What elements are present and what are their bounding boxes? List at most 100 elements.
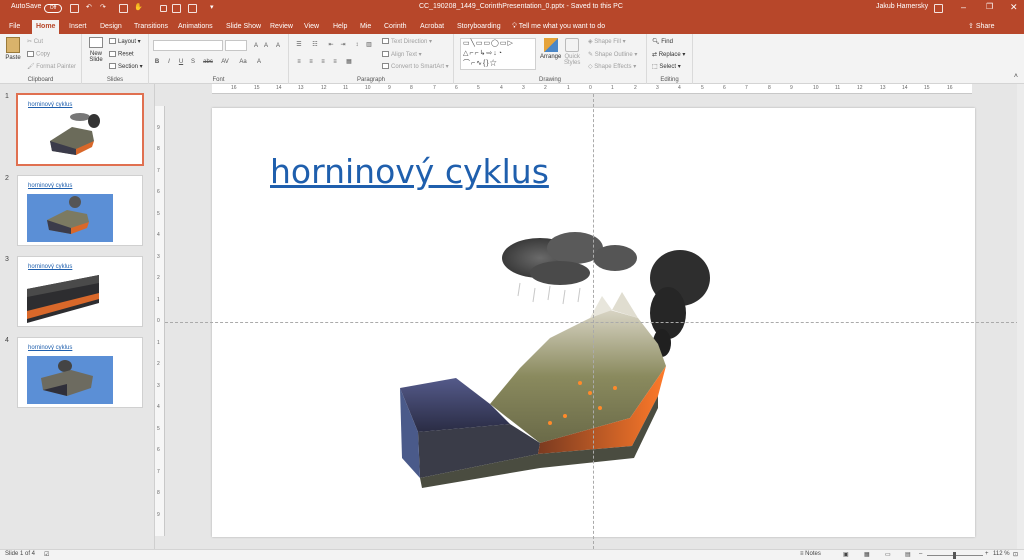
- minimize-icon[interactable]: –: [961, 2, 966, 12]
- touch-mode-icon[interactable]: ✋: [134, 3, 143, 11]
- slide-thumbnail[interactable]: horninový cyklus: [17, 337, 143, 408]
- section-icon: [109, 63, 116, 70]
- increase-indent-icon[interactable]: ⇥: [339, 41, 347, 49]
- spelling-check-icon[interactable]: ☑: [44, 551, 49, 558]
- redo-icon[interactable]: ↷: [100, 3, 106, 11]
- layout-button[interactable]: Layout ▾: [109, 38, 141, 45]
- underline-button[interactable]: U: [177, 58, 185, 66]
- tell-me-box[interactable]: 💡︎ Tell me what you want to do: [508, 20, 609, 34]
- tab-help[interactable]: Help: [329, 20, 351, 34]
- paste-button[interactable]: Paste: [5, 37, 21, 63]
- tab-review[interactable]: Review: [266, 20, 297, 34]
- zoom-out-icon[interactable]: –: [919, 551, 922, 557]
- tab-transitions[interactable]: Transitions: [130, 20, 172, 34]
- autosave-toggle[interactable]: Off: [44, 4, 62, 13]
- tab-home[interactable]: Home: [32, 20, 60, 34]
- character-spacing-button[interactable]: AV: [219, 58, 231, 66]
- save-icon[interactable]: [70, 4, 79, 13]
- vertical-scrollbar[interactable]: [1017, 84, 1024, 549]
- shape-fill-button[interactable]: ◈ Shape Fill ▾: [588, 38, 626, 45]
- align-icon[interactable]: [172, 4, 181, 13]
- close-icon[interactable]: ✕: [1010, 2, 1018, 13]
- format-painter-button[interactable]: 🖌︎ Format Painter: [27, 63, 76, 70]
- quick-styles-button[interactable]: Quick Styles: [564, 38, 580, 66]
- align-left-icon[interactable]: ≡: [295, 58, 303, 66]
- reset-button[interactable]: Reset: [109, 51, 134, 58]
- start-presentation-icon[interactable]: [119, 4, 128, 13]
- clear-formatting-icon[interactable]: A: [274, 42, 282, 50]
- slide-thumbnail[interactable]: horninový cyklus: [17, 256, 143, 327]
- restore-icon[interactable]: ❐: [986, 2, 993, 11]
- checkbox-icon[interactable]: [160, 5, 167, 12]
- volcano-illustration[interactable]: [390, 218, 724, 488]
- font-size-select[interactable]: [225, 40, 247, 51]
- new-slide-button[interactable]: New Slide: [86, 37, 106, 71]
- zoom-in-icon[interactable]: +: [985, 551, 989, 557]
- align-center-icon[interactable]: ≡: [307, 58, 315, 66]
- drawing-group: ▭╲▭▭◯▭▷ △⌐⌐↳⇨↓◔ ⌒⌐∿{}☆ Arrange Quick Style…: [454, 34, 647, 84]
- tab-mie[interactable]: Mie: [356, 20, 375, 34]
- shape-effects-button[interactable]: ◇ Shape Effects ▾: [588, 63, 636, 70]
- slide-thumbnail[interactable]: horninový cyklus: [16, 93, 144, 166]
- find-label: Find: [661, 39, 673, 45]
- zoom-level[interactable]: 112 %: [993, 551, 1010, 557]
- ribbon-display-options-icon[interactable]: [934, 4, 943, 13]
- shapes-gallery[interactable]: ▭╲▭▭◯▭▷ △⌐⌐↳⇨↓◔ ⌒⌐∿{}☆: [460, 38, 536, 70]
- strikethrough-button[interactable]: abc: [201, 58, 215, 66]
- replace-button[interactable]: ⇄ Replace ▾: [652, 51, 685, 58]
- align-text-button[interactable]: Align Text ▾: [382, 51, 422, 58]
- tab-design[interactable]: Design: [96, 20, 126, 34]
- ruler-tick-label: 2: [634, 85, 637, 91]
- bullets-icon[interactable]: ☰: [295, 41, 303, 49]
- decrease-indent-icon[interactable]: ⇤: [327, 41, 335, 49]
- columns-2-icon[interactable]: ▦: [345, 58, 353, 66]
- copy-button[interactable]: Copy: [27, 51, 50, 58]
- justify-icon[interactable]: ≡: [331, 58, 339, 66]
- reading-view-icon[interactable]: ▭: [885, 551, 891, 558]
- customize-qat-icon[interactable]: ▾: [210, 3, 214, 11]
- slideshow-view-icon[interactable]: ▤: [905, 551, 911, 558]
- slide-sorter-icon[interactable]: ▦: [864, 551, 870, 558]
- decrease-font-size-icon[interactable]: A: [262, 42, 270, 50]
- slide-title[interactable]: horninový cyklus: [270, 152, 549, 191]
- fit-to-window-icon[interactable]: ⊡: [1013, 551, 1018, 558]
- font-family-select[interactable]: [153, 40, 223, 51]
- shapes-icon[interactable]: [188, 4, 197, 13]
- select-button[interactable]: ⬚ Select ▾: [652, 63, 681, 70]
- share-button[interactable]: ⇪ Share: [964, 20, 999, 34]
- bold-button[interactable]: B: [153, 58, 161, 66]
- section-button[interactable]: Section ▾: [109, 63, 143, 70]
- shape-outline-button[interactable]: ✎ Shape Outline ▾: [588, 51, 637, 58]
- font-color-icon[interactable]: A: [255, 58, 263, 66]
- undo-icon[interactable]: ↶: [86, 3, 92, 11]
- normal-view-icon[interactable]: ▣: [843, 551, 849, 558]
- change-case-button[interactable]: Aa: [237, 58, 249, 66]
- collapse-ribbon-icon[interactable]: ˄: [1014, 73, 1018, 80]
- horizontal-guide[interactable]: [165, 322, 1024, 323]
- tab-animations[interactable]: Animations: [174, 20, 217, 34]
- align-right-icon[interactable]: ≡: [319, 58, 327, 66]
- shadow-button[interactable]: S: [189, 58, 197, 66]
- tab-view[interactable]: View: [300, 20, 323, 34]
- line-spacing-icon[interactable]: ↕: [353, 41, 361, 49]
- slide-thumbnail[interactable]: horninový cyklus: [17, 175, 143, 246]
- columns-icon[interactable]: ▥: [365, 41, 373, 49]
- italic-button[interactable]: I: [165, 58, 173, 66]
- tab-acrobat[interactable]: Acrobat: [416, 20, 448, 34]
- tab-corinth[interactable]: Corinth: [380, 20, 411, 34]
- text-direction-button[interactable]: Text Direction ▾: [382, 38, 432, 45]
- notes-button[interactable]: ≡ Notes: [800, 551, 821, 557]
- increase-font-size-icon[interactable]: A: [252, 42, 260, 50]
- smartart-button[interactable]: Convert to SmartArt ▾: [382, 63, 449, 70]
- numbering-icon[interactable]: ☷: [311, 41, 319, 49]
- tab-slide-show[interactable]: Slide Show: [222, 20, 265, 34]
- tab-storyboarding[interactable]: Storyboarding: [453, 20, 505, 34]
- arrange-button[interactable]: Arrange: [540, 38, 561, 60]
- tab-insert[interactable]: Insert: [65, 20, 91, 34]
- tab-file[interactable]: File: [5, 20, 24, 34]
- rain-icon: [517, 282, 581, 305]
- cut-button[interactable]: ✂ Cut: [27, 38, 43, 45]
- zoom-slider-thumb[interactable]: [953, 552, 956, 559]
- find-button[interactable]: 🔍︎ Find: [652, 38, 673, 45]
- user-name[interactable]: Jakub Hamersky: [876, 3, 928, 10]
